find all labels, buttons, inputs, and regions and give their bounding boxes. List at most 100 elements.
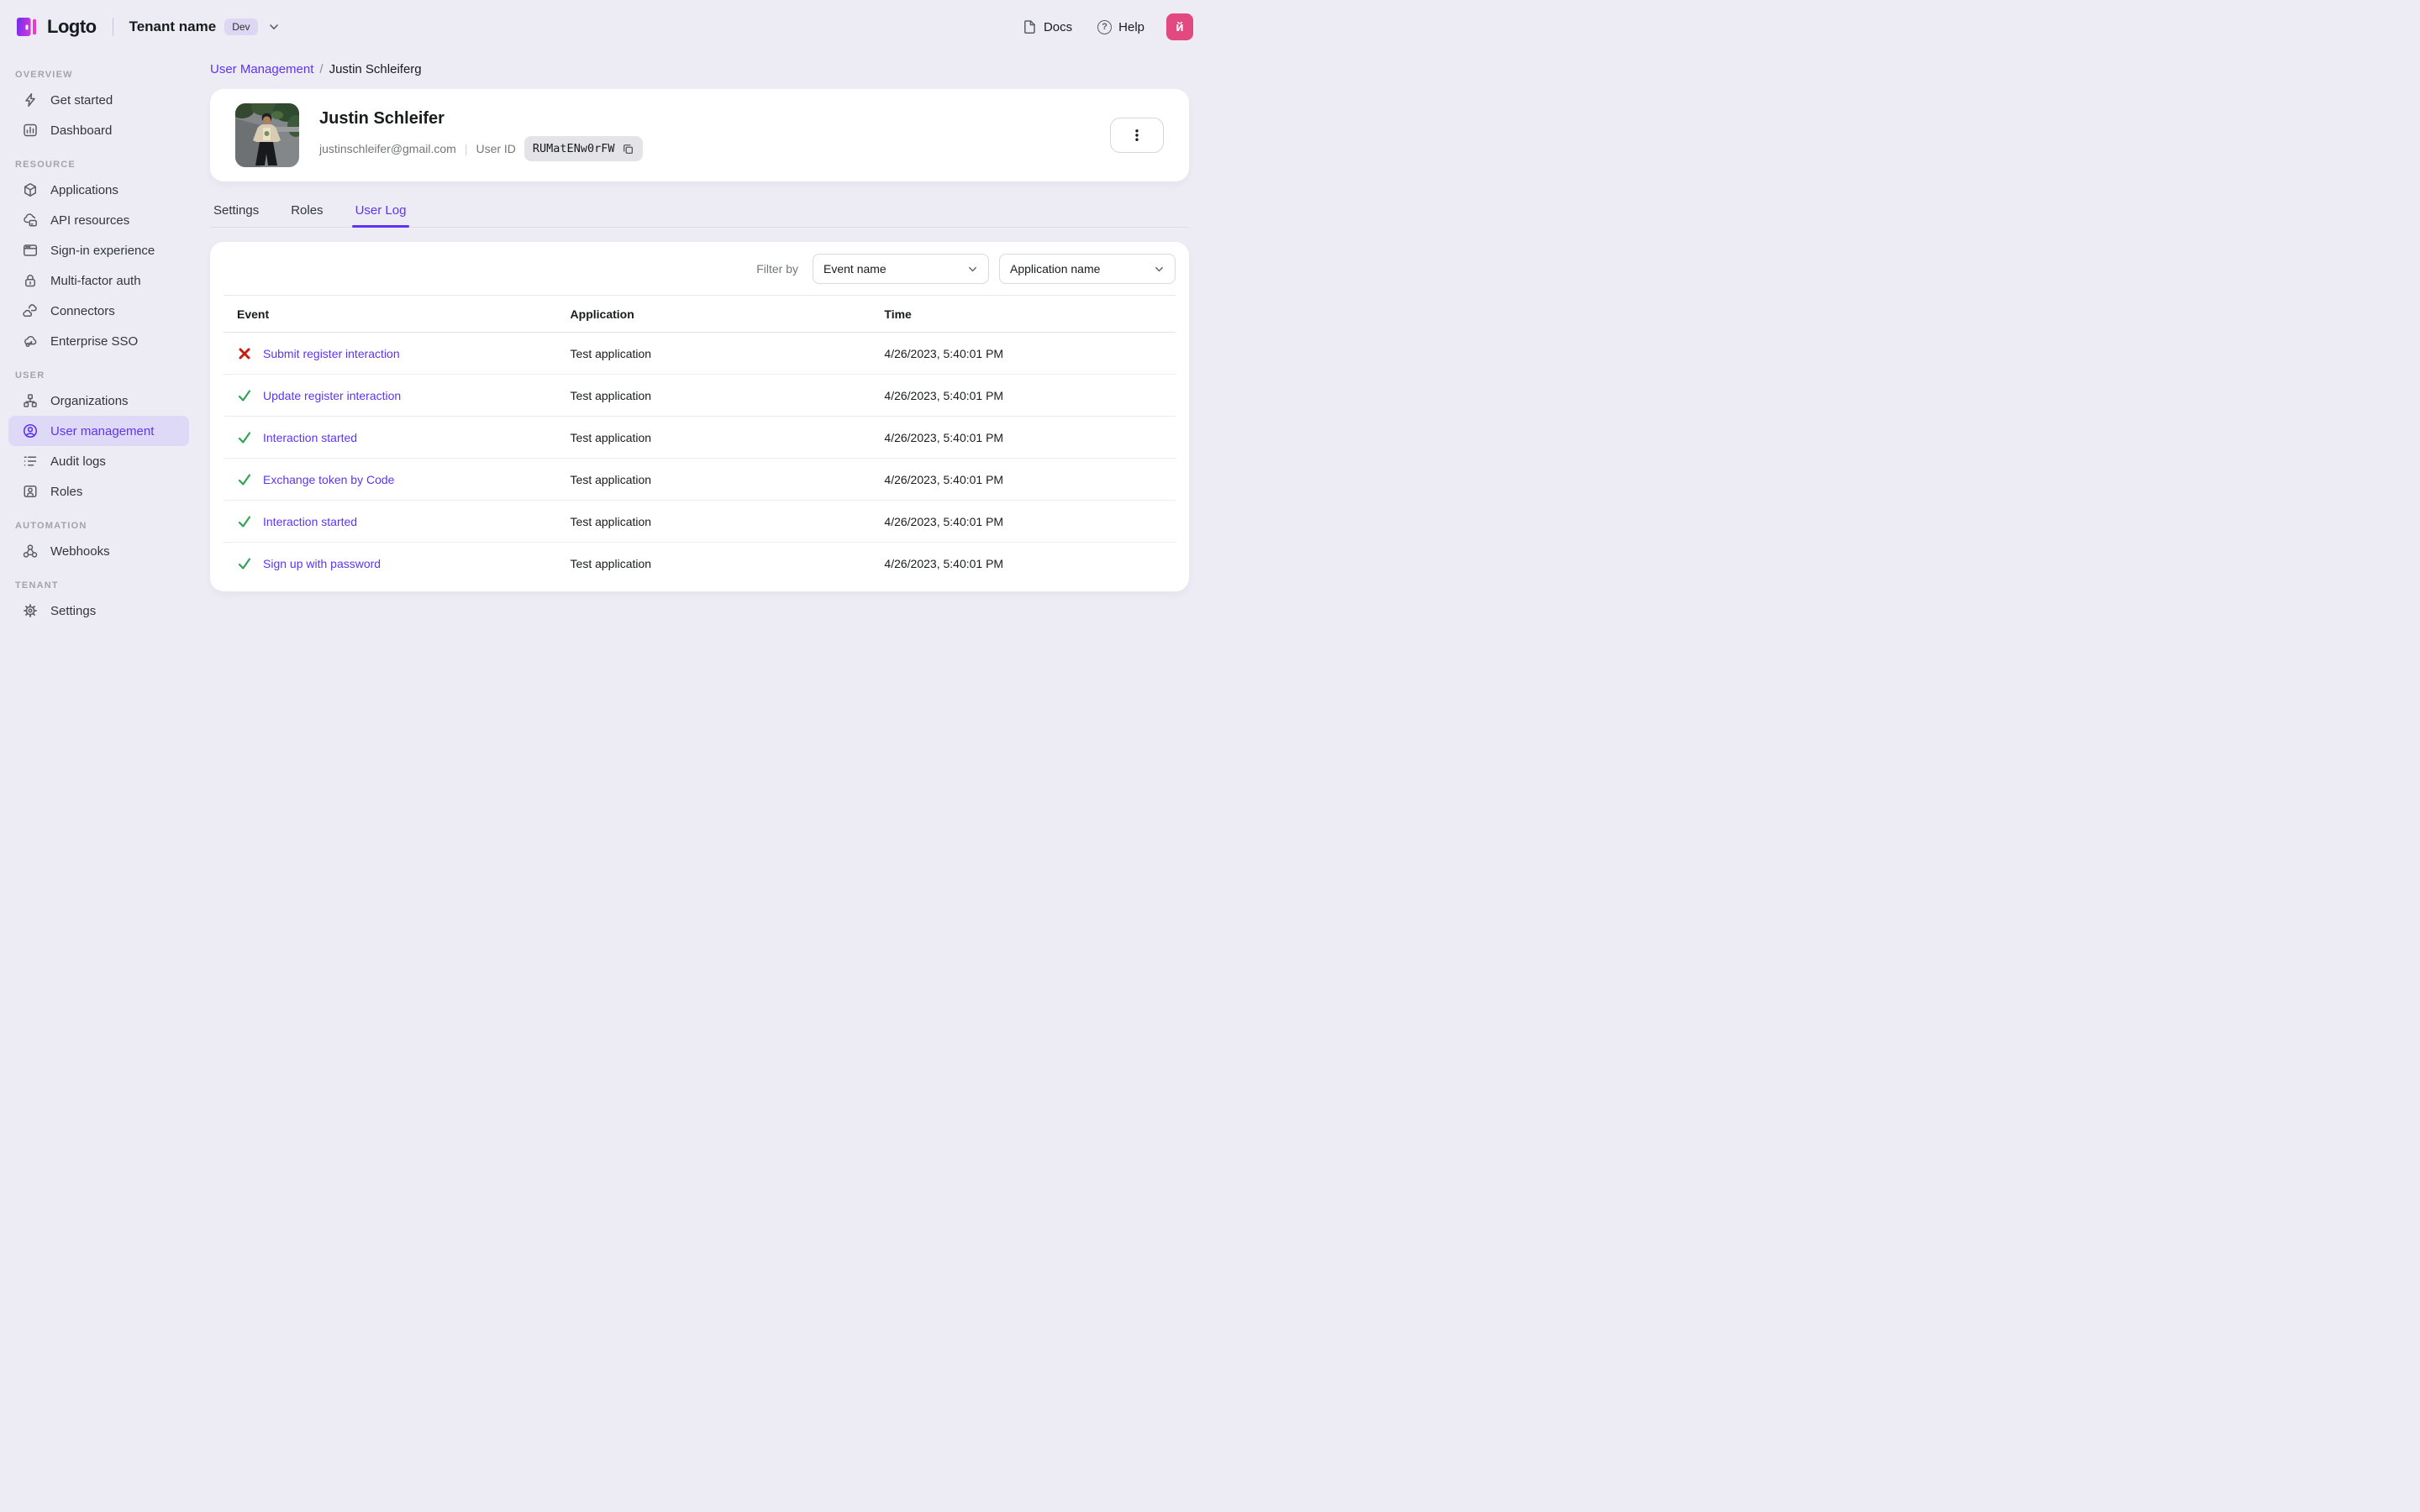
application-name-select-value: Application name <box>1010 262 1101 276</box>
error-x-icon <box>239 348 250 359</box>
sidebar-item-roles[interactable]: Roles <box>8 476 189 507</box>
bar-chart-icon <box>22 122 39 139</box>
user-info: Justin Schleifer justinschleifer@gmail.c… <box>319 109 1110 161</box>
time-cell: 4/26/2023, 5:40:01 PM <box>884 430 1004 444</box>
lock-icon <box>22 272 39 289</box>
user-header-card: Justin Schleifer justinschleifer@gmail.c… <box>210 89 1189 181</box>
sidebar-item-label: Webhooks <box>50 543 110 559</box>
sidebar-item-multi-factor-auth[interactable]: Multi-factor auth <box>8 265 189 296</box>
more-actions-button[interactable] <box>1110 118 1164 153</box>
user-id-value: RUMatENw0rFW <box>532 142 615 155</box>
sidebar-item-label: Roles <box>50 484 83 499</box>
sidebar-section-user: USER <box>15 370 45 381</box>
sidebar-item-user-management[interactable]: User management <box>8 416 189 446</box>
breadcrumb-user-management-link[interactable]: User Management <box>210 62 313 76</box>
application-name-select[interactable]: Application name <box>999 254 1176 284</box>
sidebar-section-tenant: TENANT <box>15 580 59 591</box>
breadcrumb-separator: / <box>319 62 324 76</box>
org-chart-icon <box>22 392 39 409</box>
docs-button[interactable]: Docs <box>1022 19 1072 34</box>
user-log-card: Filter by Event name Application name Ev… <box>210 242 1189 591</box>
user-id-label: User ID <box>476 142 516 155</box>
help-button[interactable]: ? Help <box>1097 19 1144 34</box>
sidebar-item-settings[interactable]: Settings <box>8 596 189 626</box>
connectors-clouds-icon <box>22 302 39 319</box>
sidebar-item-dashboard[interactable]: Dashboard <box>8 115 189 145</box>
help-label: Help <box>1118 19 1144 34</box>
sidebar-item-label: Dashboard <box>50 123 113 138</box>
sidebar-item-enterprise-sso[interactable]: Enterprise SSO <box>8 326 189 356</box>
chevron-down-icon <box>1154 264 1165 275</box>
tab-roles[interactable]: Roles <box>289 197 324 227</box>
sidebar: OVERVIEW Get started Dashboard RESOURCE <box>0 54 202 756</box>
header-time: Time <box>884 307 912 321</box>
sidebar-item-audit-logs[interactable]: Audit logs <box>8 446 189 476</box>
browser-window-icon <box>22 242 39 259</box>
sidebar-item-connectors[interactable]: Connectors <box>8 296 189 326</box>
application-cell: Test application <box>570 557 652 570</box>
sidebar-item-applications[interactable]: Applications <box>8 175 189 205</box>
user-name: Justin Schleifer <box>319 109 445 128</box>
sidebar-item-get-started[interactable]: Get started <box>8 85 189 115</box>
logto-logo[interactable]: Logto <box>15 15 97 39</box>
sidebar-item-label: Connectors <box>50 303 115 318</box>
sidebar-item-label: User management <box>50 423 155 438</box>
sidebar-item-api-resources[interactable]: API resources <box>8 205 189 235</box>
user-id-badge: RUMatENw0rFW <box>523 136 644 161</box>
time-cell: 4/26/2023, 5:40:01 PM <box>884 346 1004 360</box>
chevron-down-icon <box>268 21 280 33</box>
tenant-selector[interactable]: Tenant name Dev <box>129 18 280 35</box>
sidebar-section-resource: RESOURCE <box>15 160 76 170</box>
filter-by-label: Filter by <box>756 262 798 276</box>
docs-label: Docs <box>1043 19 1073 34</box>
user-meta: justinschleifer@gmail.com | User ID RUMa… <box>319 136 1110 161</box>
gear-icon <box>22 602 39 619</box>
event-link[interactable]: Submit register interaction <box>263 347 400 360</box>
header-event: Event <box>237 307 270 321</box>
sidebar-item-webhooks[interactable]: Webhooks <box>8 536 189 566</box>
sidebar-item-sign-in-experience[interactable]: Sign-in experience <box>8 235 189 265</box>
event-link[interactable]: Exchange token by Code <box>263 473 394 486</box>
success-check-icon <box>238 558 251 570</box>
sidebar-section-overview: OVERVIEW <box>15 70 73 80</box>
cloud-key-icon <box>22 333 39 349</box>
success-check-icon <box>238 431 251 444</box>
event-name-select[interactable]: Event name <box>813 254 989 284</box>
table-row: Exchange token by Code Test application … <box>224 459 1176 501</box>
log-table-header: Event Application Time <box>224 296 1176 333</box>
copy-icon[interactable] <box>622 143 634 155</box>
sidebar-item-label: Organizations <box>50 393 129 408</box>
application-cell: Test application <box>570 472 652 486</box>
sidebar-item-organizations[interactable]: Organizations <box>8 386 189 416</box>
sidebar-item-label: Audit logs <box>50 454 106 469</box>
success-check-icon <box>238 473 251 486</box>
table-row: Interaction started Test application 4/2… <box>224 501 1176 543</box>
chevron-down-icon <box>967 264 978 275</box>
tab-user-log[interactable]: User Log <box>351 197 410 228</box>
tab-settings[interactable]: Settings <box>212 197 260 227</box>
kebab-icon <box>1128 127 1145 144</box>
event-link[interactable]: Sign up with password <box>263 557 381 570</box>
logto-logo-icon <box>15 15 39 39</box>
question-mark-icon: ? <box>1097 19 1113 34</box>
time-cell: 4/26/2023, 5:40:01 PM <box>884 514 1004 528</box>
user-email: justinschleifer@gmail.com <box>319 142 456 155</box>
event-link[interactable]: Update register interaction <box>263 389 401 402</box>
time-cell: 4/26/2023, 5:40:01 PM <box>884 557 1004 570</box>
breadcrumb: User Management / Justin Schleiferg <box>210 62 1189 76</box>
table-row: Interaction started Test application 4/2… <box>224 417 1176 459</box>
event-link[interactable]: Interaction started <box>263 515 357 528</box>
sidebar-item-label: Sign-in experience <box>50 243 155 258</box>
application-cell: Test application <box>570 388 652 402</box>
application-cell: Test application <box>570 514 652 528</box>
id-card-icon <box>22 483 39 500</box>
time-cell: 4/26/2023, 5:40:01 PM <box>884 388 1004 402</box>
main-content: User Management / Justin Schleiferg Just… <box>202 54 1210 756</box>
account-avatar[interactable]: й <box>1166 13 1193 40</box>
cube-icon <box>22 181 39 198</box>
event-link[interactable]: Interaction started <box>263 431 357 444</box>
user-circle-icon <box>22 423 39 439</box>
webhook-icon <box>22 543 39 559</box>
tenant-env-badge: Dev <box>224 18 258 35</box>
table-row: Submit register interaction Test applica… <box>224 333 1176 375</box>
